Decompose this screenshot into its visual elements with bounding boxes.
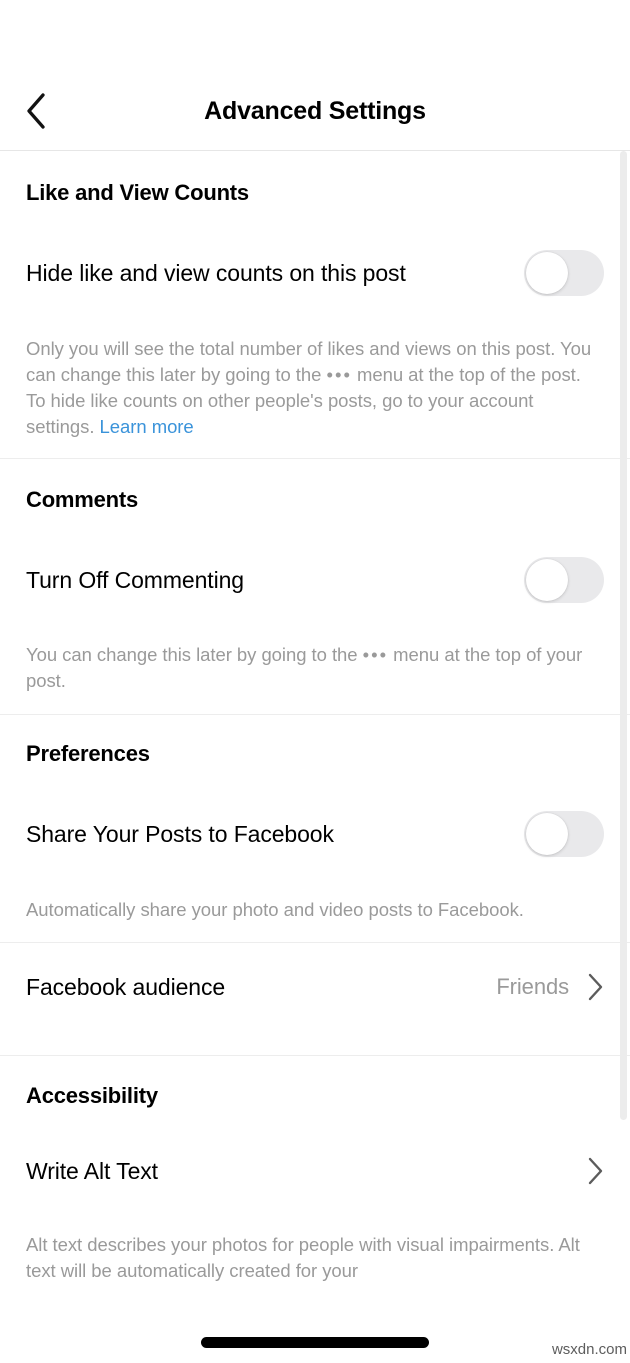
section-title-accessibility: Accessibility xyxy=(26,1083,158,1108)
back-button[interactable] xyxy=(14,89,58,133)
toggle-hide-like-and-view-counts[interactable] xyxy=(524,250,604,296)
toggle-turn-off-commenting[interactable] xyxy=(524,557,604,603)
toggle-knob xyxy=(526,252,568,294)
row-facebook-audience[interactable]: Facebook audience Friends xyxy=(26,973,604,1001)
page-title: Advanced Settings xyxy=(204,96,426,125)
section-title-preferences: Preferences xyxy=(26,741,150,766)
row-write-alt-text[interactable]: Write Alt Text xyxy=(26,1157,604,1185)
helper-text-accessibility: Alt text describes your photos for peopl… xyxy=(26,1234,580,1281)
facebook-audience-value: Friends xyxy=(496,974,569,999)
ellipsis-menu-icon: ••• xyxy=(326,364,352,385)
phone-screen: Advanced Settings Like and View Counts H… xyxy=(0,0,630,1363)
helper-text-preferences: Automatically share your photo and video… xyxy=(26,899,524,920)
row-value-group: Friends xyxy=(496,973,604,1001)
helper-part-1: You can change this later by going to th… xyxy=(26,644,363,665)
toggle-knob xyxy=(526,559,568,601)
row-label: Turn Off Commenting xyxy=(26,566,244,593)
helper-text-like-and-view-counts: Only you will see the total number of li… xyxy=(26,336,604,440)
row-share-your-posts-to-facebook[interactable]: Share Your Posts to Facebook xyxy=(26,811,604,857)
section-title-like-and-view-counts: Like and View Counts xyxy=(26,180,249,205)
section-accessibility: Accessibility Write Alt Text Alt text de… xyxy=(0,1056,630,1294)
settings-scroll-area[interactable]: Like and View Counts Hide like and view … xyxy=(0,151,630,1294)
chevron-left-icon xyxy=(24,92,48,130)
toggle-knob xyxy=(526,813,568,855)
row-value-group xyxy=(587,1157,604,1185)
section-preferences: Preferences Share Your Posts to Facebook… xyxy=(0,715,630,942)
row-turn-off-commenting[interactable]: Turn Off Commenting xyxy=(26,557,604,603)
row-label: Facebook audience xyxy=(26,973,226,1000)
row-hide-like-and-view-counts[interactable]: Hide like and view counts on this post xyxy=(26,250,604,296)
section-facebook-audience: Facebook audience Friends xyxy=(0,943,630,1055)
watermark: wsxdn.com xyxy=(550,1341,628,1358)
chevron-right-icon xyxy=(587,1157,604,1185)
home-indicator[interactable] xyxy=(201,1337,429,1348)
ellipsis-menu-icon: ••• xyxy=(362,644,389,665)
nav-header: Advanced Settings xyxy=(0,72,630,150)
section-comments: Comments Turn Off Commenting You can cha… xyxy=(0,459,630,714)
row-label: Share Your Posts to Facebook xyxy=(26,820,334,847)
helper-text-comments: You can change this later by going to th… xyxy=(26,642,604,694)
status-bar xyxy=(0,0,630,72)
row-label: Write Alt Text xyxy=(26,1157,158,1184)
section-like-and-view-counts: Like and View Counts Hide like and view … xyxy=(0,151,630,458)
toggle-share-your-posts-to-facebook[interactable] xyxy=(524,811,604,857)
section-title-comments: Comments xyxy=(26,487,139,512)
row-label: Hide like and view counts on this post xyxy=(26,259,406,286)
chevron-right-icon xyxy=(587,973,604,1001)
learn-more-link[interactable]: Learn more xyxy=(100,416,194,437)
scrollbar-thumb[interactable] xyxy=(620,151,627,1120)
